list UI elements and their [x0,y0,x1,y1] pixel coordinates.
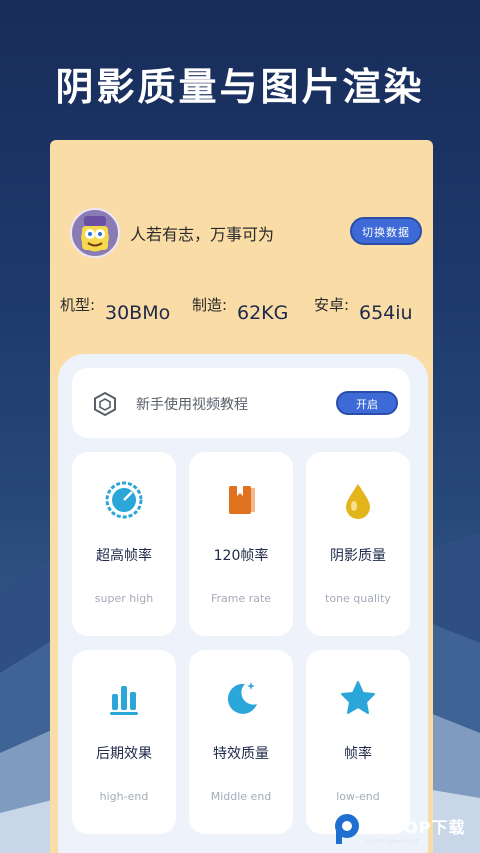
feature-card-low-end[interactable]: 帧率 low-end [306,650,410,834]
feature-card-super-high[interactable]: 超高帧率 super high [72,452,176,636]
feature-card-tone-quality[interactable]: 阴影质量 tone quality [306,452,410,636]
stat-label: 制造: [192,296,228,314]
profile-name: 人若有志，万事可为 [130,225,275,244]
avatar-character-icon [82,216,108,250]
watermark-sub: PCPOP Download [366,837,418,845]
hexagon-gear-icon [94,391,116,417]
pcpop-watermark: PCPOP下载 PCPOP Download [332,808,480,850]
feature-title: 特效质量 [213,746,269,762]
feature-title: 超高帧率 [96,548,152,564]
feature-title: 120帧率 [213,548,269,564]
stat-label: 机型: [60,296,96,314]
feature-title: 后期效果 [96,746,152,762]
feature-card-frame-rate[interactable]: 120帧率 Frame rate [189,452,293,636]
tutorial-text: 新手使用视频教程 [136,397,248,413]
stat-value: 30BMo [105,302,171,324]
moon-icon [227,682,257,714]
feature-panel: 新手使用视频教程 开启 超高帧率 super high 120帧率 Frame … [58,354,428,853]
feature-subtitle: tone quality [325,592,391,605]
stat-value: 654iu [359,302,413,324]
enable-button[interactable]: 开启 [336,391,398,415]
stat-label: 安卓: [314,296,350,314]
pcpop-logo-icon [335,814,359,844]
bar-chart-icon [110,686,138,715]
watermark-brand: PCPOP [366,817,432,837]
app-screen: 人若有志，万事可为 切换数据 机型: 30BMo 制造: 62KG 安卓: 65… [50,140,433,853]
feature-subtitle: Middle end [210,790,272,803]
page-headline: 阴影质量与图片渲染 [55,65,425,109]
speedometer-icon [105,481,143,519]
avatar[interactable] [70,208,120,258]
feature-card-high-end[interactable]: 后期效果 high-end [72,650,176,834]
watermark-text: PCPOP下载 PCPOP Download [366,814,466,845]
switch-data-button[interactable]: 切换数据 [350,217,422,245]
feature-subtitle: super high [94,592,154,605]
watermark-tag: 下载 [431,817,466,837]
stat-value: 62KG [237,302,289,324]
user-profile: 人若有志，万事可为 [70,208,274,258]
feature-card-middle-end[interactable]: 特效质量 Middle end [189,650,293,834]
drop-icon [346,484,370,519]
device-stats: 机型: 30BMo 制造: 62KG 安卓: 654iu [60,292,432,332]
book-icon [229,486,255,514]
feature-subtitle: Frame rate [210,592,272,605]
star-icon [341,681,375,714]
feature-title: 阴影质量 [330,548,386,564]
tutorial-banner[interactable]: 新手使用视频教程 开启 [72,368,410,438]
feature-subtitle: low-end [336,790,380,803]
feature-subtitle: high-end [99,790,149,803]
feature-title: 帧率 [344,746,372,762]
